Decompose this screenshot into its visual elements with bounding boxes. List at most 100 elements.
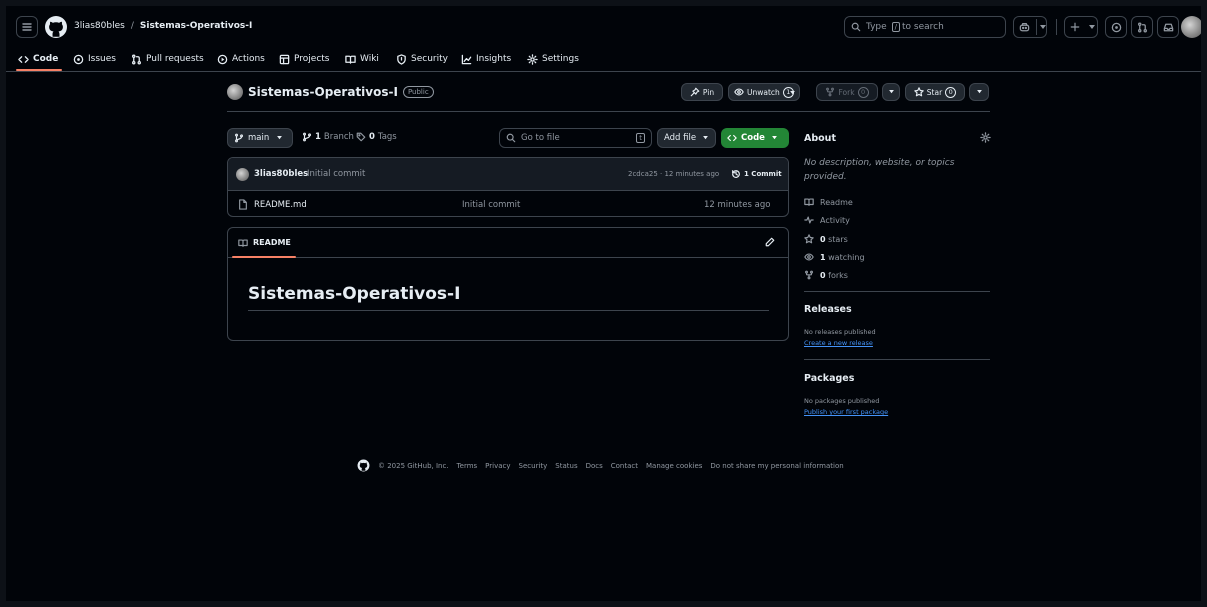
- tab-code[interactable]: Code: [18, 51, 58, 67]
- search-suffix: to search: [902, 22, 944, 32]
- tab-actions[interactable]: Actions: [217, 51, 265, 67]
- stars-link[interactable]: 0 stars: [804, 234, 848, 244]
- pencil-icon[interactable]: [765, 237, 775, 247]
- tab-label: Projects: [294, 54, 330, 64]
- releases-empty-text: No releases published: [804, 328, 876, 336]
- tab-label: Insights: [476, 54, 512, 64]
- code-button[interactable]: Code: [721, 128, 789, 148]
- branch-selector[interactable]: main: [227, 128, 293, 148]
- table-icon: [279, 54, 290, 64]
- pull-request-icon: [1137, 22, 1147, 32]
- branch-count: 1: [315, 132, 321, 142]
- tab-label: Pull requests: [146, 54, 204, 64]
- watching-label: watching: [828, 252, 865, 262]
- tab-projects[interactable]: Projects: [279, 51, 329, 67]
- pin-button[interactable]: Pin: [681, 83, 723, 101]
- readme-link-label: Readme: [820, 197, 853, 207]
- inbox-button[interactable]: [1157, 16, 1179, 38]
- repo-title: Sistemas-Operativos-I Public: [227, 84, 434, 100]
- search-input[interactable]: Type / to search: [844, 16, 1006, 38]
- owner-link[interactable]: 3lias80bles: [74, 21, 125, 31]
- tab-security[interactable]: Security: [396, 51, 448, 67]
- forks-link[interactable]: 0 forks: [804, 270, 848, 280]
- fork-button[interactable]: Fork 0: [816, 83, 878, 101]
- pull-requests-button[interactable]: [1131, 16, 1153, 38]
- readme-heading-divider: [248, 310, 769, 311]
- footer-link-security[interactable]: Security: [519, 462, 548, 470]
- chevron-down-icon: [772, 136, 777, 140]
- active-tab-indicator: [16, 69, 62, 71]
- code-icon: [18, 55, 29, 63]
- chevron-down-icon: [790, 91, 795, 95]
- global-header: 3lias80bles / Sistemas-Operativos-I Type…: [6, 6, 1201, 48]
- file-age: 12 minutes ago: [704, 200, 771, 210]
- readme-link[interactable]: Readme: [804, 197, 853, 207]
- tab-issues[interactable]: Issues: [73, 51, 116, 67]
- tab-label: Code: [33, 54, 59, 64]
- pin-label: Pin: [702, 87, 715, 97]
- star-dropdown-button[interactable]: [969, 83, 989, 101]
- commit-author[interactable]: 3lias80bles: [254, 169, 308, 179]
- footer-link-docs[interactable]: Docs: [586, 462, 603, 470]
- footer: © 2025 GitHub, Inc. Terms Privacy Securi…: [357, 459, 844, 472]
- activity-link[interactable]: Activity: [804, 215, 850, 225]
- footer-link-manage-cookies[interactable]: Manage cookies: [646, 462, 702, 470]
- readme-tab-indicator: [232, 256, 296, 258]
- create-new-button[interactable]: [1064, 16, 1098, 38]
- tab-label: Settings: [542, 54, 579, 64]
- user-avatar[interactable]: [1181, 16, 1201, 38]
- add-file-button[interactable]: Add file: [657, 128, 716, 148]
- releases-title[interactable]: Releases: [804, 304, 852, 315]
- commit-count[interactable]: 1 Commit: [744, 170, 782, 178]
- file-listing: 3lias80bles Initial commit 2cdca25 · 12 …: [227, 157, 789, 217]
- tab-pull-requests[interactable]: Pull requests: [131, 51, 204, 67]
- table-row[interactable]: README.md Initial commit 12 minutes ago: [228, 192, 788, 216]
- plus-icon: [1070, 22, 1080, 32]
- footer-link-terms[interactable]: Terms: [457, 462, 478, 470]
- footer-link-privacy[interactable]: Privacy: [485, 462, 510, 470]
- star-button[interactable]: Star 0: [905, 83, 965, 101]
- tab-wiki[interactable]: Wiki: [345, 51, 379, 67]
- tab-label: Actions: [232, 54, 265, 64]
- github-logo-icon[interactable]: [44, 15, 68, 39]
- branch-label: Branch: [323, 132, 354, 142]
- repo-name[interactable]: Sistemas-Operativos-I: [248, 85, 398, 99]
- search-prefix: Type: [866, 22, 887, 32]
- commit-meta[interactable]: 2cdca25 · 12 minutes ago: [628, 170, 719, 178]
- latest-commit-row: 3lias80bles Initial commit 2cdca25 · 12 …: [228, 158, 788, 191]
- footer-link-do-not-share[interactable]: Do not share my personal information: [710, 462, 843, 470]
- branches-link[interactable]: 1 Branch: [302, 132, 354, 142]
- readme-heading: Sistemas-Operativos-I: [248, 284, 461, 304]
- tab-settings[interactable]: Settings: [527, 51, 579, 67]
- pull-request-icon: [132, 54, 141, 64]
- header-divider: [1056, 19, 1057, 35]
- tags-link[interactable]: 0 Tags: [356, 132, 397, 142]
- publish-package-link[interactable]: Publish your first package: [804, 408, 888, 416]
- file-name[interactable]: README.md: [254, 200, 307, 210]
- github-logo-icon[interactable]: [357, 459, 370, 472]
- unwatch-button[interactable]: Unwatch 1: [728, 83, 800, 101]
- fork-dropdown-button[interactable]: [882, 83, 900, 101]
- issues-button[interactable]: [1105, 16, 1127, 38]
- footer-link-status[interactable]: Status: [555, 462, 577, 470]
- go-to-file-input[interactable]: Go to file t: [499, 128, 652, 148]
- tab-label: Wiki: [360, 54, 379, 64]
- chevron-down-icon: [888, 90, 894, 94]
- packages-title[interactable]: Packages: [804, 373, 854, 384]
- file-commit-message[interactable]: Initial commit: [462, 200, 520, 210]
- footer-link-contact[interactable]: Contact: [611, 462, 638, 470]
- watching-count: 1: [820, 252, 826, 262]
- repo-link[interactable]: Sistemas-Operativos-I: [140, 21, 252, 31]
- star-label: Star: [926, 87, 943, 97]
- readme-tab-label[interactable]: README: [253, 238, 291, 247]
- shield-icon: [397, 53, 406, 65]
- copilot-button[interactable]: [1013, 16, 1047, 38]
- stars-count: 0: [820, 234, 826, 244]
- gear-icon[interactable]: [980, 132, 991, 143]
- menu-button[interactable]: [16, 16, 38, 38]
- tab-insights[interactable]: Insights: [461, 51, 511, 67]
- create-release-link[interactable]: Create a new release: [804, 339, 873, 347]
- issue-icon: [73, 54, 84, 64]
- commit-message[interactable]: Initial commit: [307, 169, 365, 179]
- watching-link[interactable]: 1 watching: [804, 252, 865, 262]
